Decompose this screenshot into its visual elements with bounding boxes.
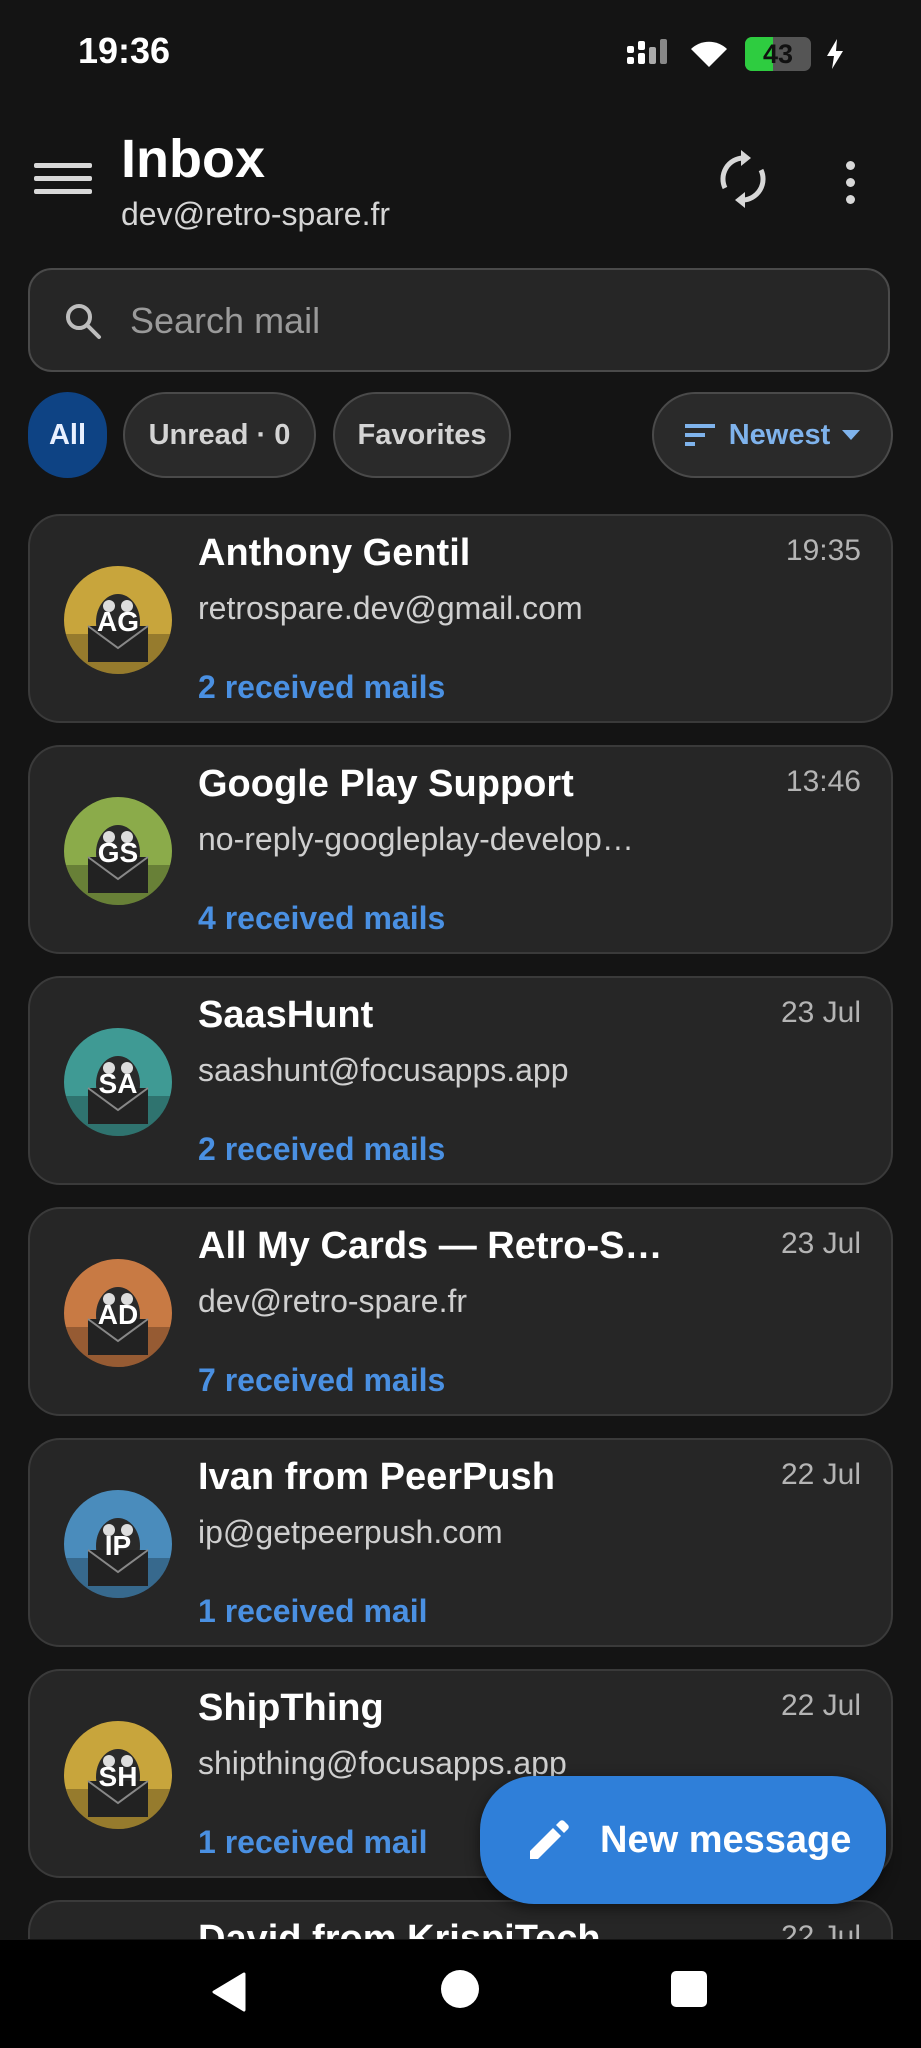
avatar-initials: IP	[104, 1530, 132, 1561]
dropdown-arrow-icon	[842, 430, 861, 440]
mail-card[interactable]: SA SaasHunt saashunt@focusapps.app 2 rec…	[28, 976, 893, 1185]
new-message-button[interactable]: New message	[480, 1776, 886, 1904]
mail-count: 1 received mail	[198, 1824, 428, 1860]
sender-name: SaasHunt	[198, 994, 374, 1036]
home-icon[interactable]	[441, 1970, 479, 2008]
mail-date: 22 Jul	[780, 1689, 861, 1722]
sort-label: Newest	[728, 418, 831, 451]
menu-button[interactable]	[34, 155, 92, 205]
mail-count: 2 received mails	[198, 1131, 446, 1167]
signal-icon	[627, 39, 667, 64]
sender-name: ShipThing	[198, 1687, 384, 1729]
mail-count: 7 received mails	[198, 1362, 446, 1398]
recents-icon[interactable]	[671, 1971, 707, 2007]
mail-count: 1 received mail	[198, 1593, 428, 1629]
mail-date: 22 Jul	[780, 1920, 861, 1939]
mail-card[interactable]: AG Anthony Gentil retrospare.dev@gmail.c…	[28, 514, 893, 723]
mail-card[interactable]: IP Ivan from PeerPush ip@getpeerpush.com…	[28, 1438, 893, 1647]
filter-chip-unread[interactable]: Unread · 0	[123, 392, 316, 478]
sync-button[interactable]	[717, 150, 769, 208]
search-input[interactable]	[128, 290, 832, 352]
pencil-icon	[530, 1820, 569, 1859]
battery-level: 43	[762, 38, 794, 69]
sort-icon	[684, 424, 715, 446]
avatar-initials: AD	[97, 1299, 139, 1330]
sender-email: retrospare.dev@gmail.com	[198, 590, 583, 626]
mail-date: 19:35	[785, 534, 861, 567]
mail-card[interactable]: AD All My Cards — Retro-S… dev@retro-spa…	[28, 1207, 893, 1416]
filter-chip-favorites[interactable]: Favorites	[333, 392, 511, 478]
status-icons: 43	[627, 34, 845, 74]
sender-email: shipthing@focusapps.app	[198, 1745, 567, 1781]
back-icon[interactable]	[210, 1972, 246, 2012]
account-email: dev@retro-spare.fr	[121, 196, 391, 232]
charging-icon	[827, 39, 843, 69]
status-bar: 19:36 43	[0, 0, 921, 105]
avatar-initials: AG	[97, 606, 139, 637]
mail-date: 23 Jul	[780, 1227, 861, 1260]
mail-card[interactable]: GS Google Play Support no-reply-googlepl…	[28, 745, 893, 954]
mail-list: AG Anthony Gentil retrospare.dev@gmail.c…	[28, 514, 893, 1939]
mail-date: 22 Jul	[780, 1458, 861, 1491]
sender-email: dev@retro-spare.fr	[198, 1283, 468, 1319]
mail-date: 23 Jul	[780, 996, 861, 1029]
page-title: Inbox	[121, 129, 265, 189]
sort-dropdown[interactable]: Newest	[652, 392, 893, 478]
battery-icon: 43	[745, 37, 811, 71]
sender-name: David from KrispiTech	[198, 1918, 601, 1939]
new-message-label: New message	[600, 1818, 852, 1861]
avatar-initials: SA	[98, 1068, 138, 1099]
avatar-initials: GS	[97, 837, 139, 868]
mail-count: 4 received mails	[198, 900, 446, 936]
mail-date: 13:46	[785, 765, 861, 798]
sender-email: ip@getpeerpush.com	[198, 1514, 503, 1550]
sender-name: Ivan from PeerPush	[198, 1456, 555, 1498]
search-bar[interactable]	[28, 268, 890, 372]
sync-icon	[720, 150, 766, 208]
sender-name: Google Play Support	[198, 763, 574, 805]
system-nav-bar	[0, 1940, 921, 2048]
avatar-initials: SH	[98, 1761, 138, 1792]
sender-name: All My Cards — Retro-S…	[198, 1225, 663, 1267]
sender-name: Anthony Gentil	[198, 532, 471, 574]
filter-chip-all[interactable]: All	[28, 392, 107, 478]
wifi-icon	[691, 41, 727, 67]
mail-count: 2 received mails	[198, 669, 446, 705]
mail-card[interactable]: David from KrispiTech 22 Jul	[28, 1900, 893, 1939]
sender-email: saashunt@focusapps.app	[198, 1052, 569, 1088]
more-options-button[interactable]	[840, 157, 860, 207]
sender-email: no-reply-googleplay-develop…	[198, 821, 634, 857]
search-icon	[66, 304, 101, 339]
status-time: 19:36	[78, 30, 171, 71]
